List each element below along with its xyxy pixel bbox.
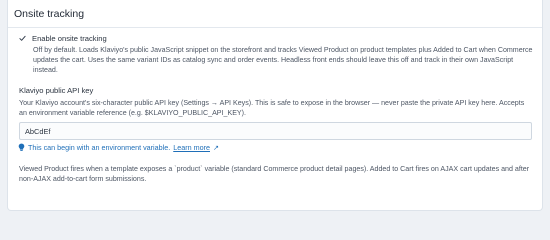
tracking-footer-note: Viewed Product fires when a template exp… (19, 165, 530, 184)
external-link-icon: ↗ (213, 143, 220, 152)
lightbulb-icon (18, 143, 25, 152)
settings-card: Onsite tracking Enable onsite tracking O… (7, 0, 543, 211)
api-key-label: Klaviyo public API key (19, 86, 94, 95)
api-key-input[interactable] (19, 122, 532, 140)
enable-tracking-help: Off by default. Loads Klaviyo's public J… (33, 46, 533, 75)
section-title: Onsite tracking (14, 8, 85, 20)
env-var-hint: This can begin with an environment varia… (18, 143, 219, 152)
learn-more-link-text: Learn more (173, 143, 210, 152)
api-key-help: Your Klaviyo account's six-character pub… (19, 99, 525, 118)
env-var-hint-text: This can begin with an environment varia… (28, 143, 171, 152)
enable-tracking-checkbox-row[interactable]: Enable onsite tracking (19, 34, 107, 43)
check-icon (19, 35, 26, 41)
section-divider (8, 27, 542, 28)
enable-tracking-label: Enable onsite tracking (32, 34, 107, 43)
enable-tracking-checkbox[interactable] (19, 35, 26, 42)
learn-more-link[interactable]: Learn more (173, 143, 210, 152)
